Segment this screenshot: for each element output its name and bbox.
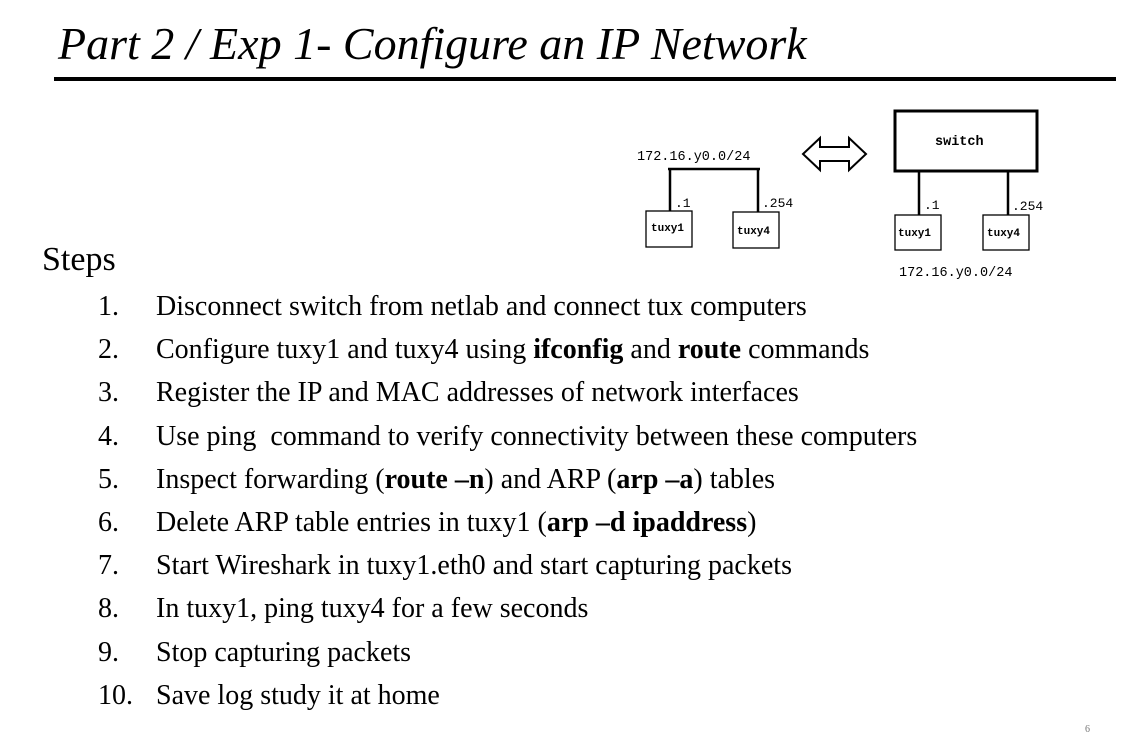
step-text: Use ping command to verify connectivity … — [156, 417, 917, 460]
step-item: 7. Start Wireshark in tuxy1.eth0 and star… — [98, 546, 917, 589]
step-number: 1. — [98, 291, 119, 322]
steps-list: 1. Disconnect switch from netlab and conn… — [98, 287, 917, 719]
step-item: 5. Inspect forwarding (route –n) and ARP … — [98, 460, 917, 503]
step-item: 1. Disconnect switch from netlab and conn… — [98, 287, 917, 330]
right-host2-name: tuxy4 — [987, 228, 1020, 240]
left-host2-name: tuxy4 — [737, 226, 770, 238]
left-host1-addr: .1 — [675, 196, 691, 211]
step-number: 6. — [98, 506, 119, 538]
step-number: 5. — [98, 463, 119, 495]
left-network-label: 172.16.y0.0/24 — [637, 150, 750, 165]
step-number: 9. — [98, 636, 119, 668]
step-text-segment: In tuxy1, ping tuxy4 for a few seconds — [156, 593, 589, 625]
step-text-segment: and — [623, 334, 678, 366]
step-item: 6. Delete ARP table entries in tuxy1 (arp… — [98, 503, 917, 546]
step-text: Inspect forwarding (route –n) and ARP (a… — [156, 460, 775, 503]
step-text: Stop capturing packets — [156, 633, 411, 676]
step-item: 2. Configure tuxy1 and tuxy4 using ifconf… — [98, 330, 917, 373]
step-text-segment: Stop capturing packets — [156, 636, 412, 668]
steps-heading: Steps — [42, 241, 116, 278]
switch-label: switch — [935, 135, 984, 150]
double-arrow-icon — [801, 135, 868, 173]
step-command: arp –d ipaddress — [546, 506, 748, 538]
step-text-segment: Start Wireshark in tuxy1.eth0 and start … — [156, 550, 792, 582]
step-text-segment: ) and ARP ( — [484, 463, 617, 495]
step-text-segment: commands — [741, 334, 870, 366]
step-text-segment: Delete ARP table entries in tuxy1 ( — [156, 506, 547, 538]
step-text: Disconnect switch from netlab and connec… — [156, 287, 807, 330]
step-command: ifconfig — [533, 334, 624, 366]
step-text: Save log study it at home — [156, 676, 440, 719]
step-command: arp –a — [616, 463, 694, 495]
step-text-segment: ) — [747, 506, 757, 538]
step-item: 3. Register the IP and MAC addresses of n… — [98, 373, 917, 416]
step-item: 10. Save log study it at home — [98, 676, 917, 719]
step-number: 4. — [98, 420, 119, 452]
step-number: 7. — [98, 550, 119, 582]
left-host2-addr: .254 — [762, 196, 793, 211]
step-number: 8. — [98, 593, 119, 625]
step-number: 3. — [98, 377, 119, 409]
step-text-segment: Disconnect switch from netlab and connec… — [156, 291, 807, 322]
step-text-segment: Configure tuxy1 and tuxy4 using — [156, 334, 534, 366]
step-text: Configure tuxy1 and tuxy4 using ifconfig… — [156, 330, 869, 373]
step-number: 2. — [98, 334, 119, 366]
right-host1-name: tuxy1 — [898, 228, 931, 240]
step-text: Start Wireshark in tuxy1.eth0 and start … — [156, 546, 792, 589]
step-text-segment: Save log study it at home — [156, 679, 440, 711]
step-item: 4. Use ping command to verify connectivit… — [98, 417, 917, 460]
page-number: 6 — [1085, 724, 1090, 735]
right-host2-addr: .254 — [1012, 199, 1043, 214]
step-text: In tuxy1, ping tuxy4 for a few seconds — [156, 589, 588, 632]
step-text: Delete ARP table entries in tuxy1 (arp –… — [156, 503, 756, 546]
left-host1-name: tuxy1 — [651, 223, 684, 235]
right-network-label: 172.16.y0.0/24 — [899, 266, 1012, 281]
step-text-segment: Inspect forwarding ( — [156, 463, 385, 495]
step-command: route –n — [384, 463, 485, 495]
step-number: 10. — [98, 679, 133, 711]
step-item: 9. Stop capturing packets — [98, 633, 917, 676]
step-text-segment: Use ping command to verify connectivity … — [156, 420, 918, 452]
step-text-segment: Register the IP and MAC addresses of net… — [156, 377, 799, 409]
network-diagram: 172.16.y0.0/24 .1 .254 tuxy1 tuxy4 switc… — [637, 109, 1043, 281]
step-command: route — [677, 334, 742, 366]
switch-topology: switch .1 .254 tuxy1 tuxy4 172.16.y0.0/2… — [893, 109, 1043, 281]
right-host1-addr: .1 — [924, 198, 940, 213]
step-text: Register the IP and MAC addresses of net… — [156, 373, 799, 416]
step-text-segment: ) tables — [693, 463, 776, 495]
step-item: 8. In tuxy1, ping tuxy4 for a few seconds — [98, 589, 917, 632]
direct-link-topology: 172.16.y0.0/24 .1 .254 tuxy1 tuxy4 — [637, 150, 793, 249]
